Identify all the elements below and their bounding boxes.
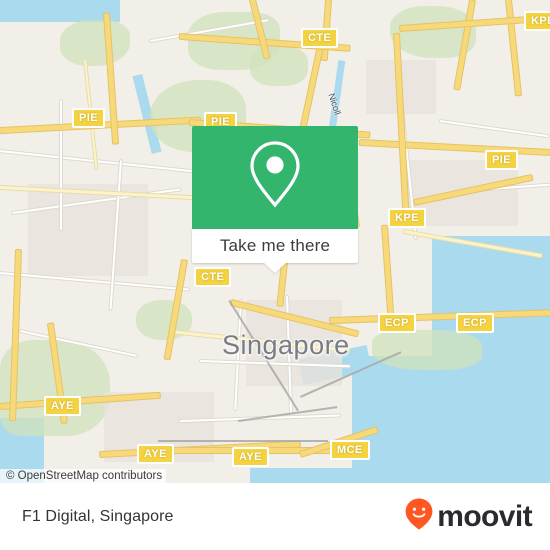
highway-shield-cte[interactable]: CTE: [301, 28, 339, 48]
highway-shield-kpe[interactable]: KPE: [524, 11, 550, 31]
highway-shield-pie[interactable]: PIE: [72, 108, 105, 128]
park-area-east: [372, 330, 482, 370]
highway-shield-pie[interactable]: PIE: [485, 150, 518, 170]
road-minor: [0, 150, 199, 173]
highway-shield-aye[interactable]: AYE: [44, 396, 81, 416]
callout-tail: [264, 263, 286, 273]
highway-shield-aye[interactable]: AYE: [137, 444, 174, 464]
park-area-central-catchment: [250, 46, 308, 86]
road-minor: [439, 120, 549, 138]
take-me-there-button[interactable]: Take me there: [192, 229, 358, 273]
highway-shield-ecp[interactable]: ECP: [378, 313, 416, 333]
map-pin-icon: [246, 137, 304, 214]
footer-bar: F1 Digital, Singapore moovit: [0, 483, 550, 550]
park-area-northwest: [60, 20, 130, 66]
map-city-label: Singapore: [222, 330, 350, 360]
water-bay-south: [250, 468, 370, 483]
highway-shield-ecp[interactable]: ECP: [456, 313, 494, 333]
take-me-there-label: Take me there: [219, 236, 331, 255]
highway-shield-mce[interactable]: MCE: [330, 440, 370, 460]
moovit-wordmark: moovit: [437, 499, 532, 533]
road-minor: [60, 100, 62, 230]
road-motorway-kpe-upper2: [506, 0, 522, 96]
rail-line-east-west: [158, 440, 328, 442]
highway-shield-kpe[interactable]: KPE: [388, 208, 426, 228]
map-canvas[interactable]: Singapore Nicoll CTE KPE PIE PIE PIE KPE…: [0, 0, 550, 483]
moovit-logo[interactable]: moovit: [404, 497, 533, 536]
road-motorway-pie-east: [359, 140, 550, 155]
highway-shield-aye[interactable]: AYE: [232, 447, 269, 467]
water-sea-southeast: [352, 356, 550, 483]
map-attribution[interactable]: © OpenStreetMap contributors: [0, 469, 167, 483]
road-motorway-ecp-link: [382, 225, 394, 322]
place-title: F1 Digital, Singapore: [22, 507, 174, 525]
destination-callout[interactable]: Take me there: [192, 126, 358, 273]
water-strait-north: [0, 0, 120, 22]
urban-area-west: [28, 184, 148, 276]
callout-image-panel: [192, 126, 358, 229]
highway-shield-cte[interactable]: CTE: [194, 267, 232, 287]
moovit-smiley-pin-icon: [404, 497, 434, 536]
map-screenshot: Singapore Nicoll CTE KPE PIE PIE PIE KPE…: [0, 0, 550, 550]
